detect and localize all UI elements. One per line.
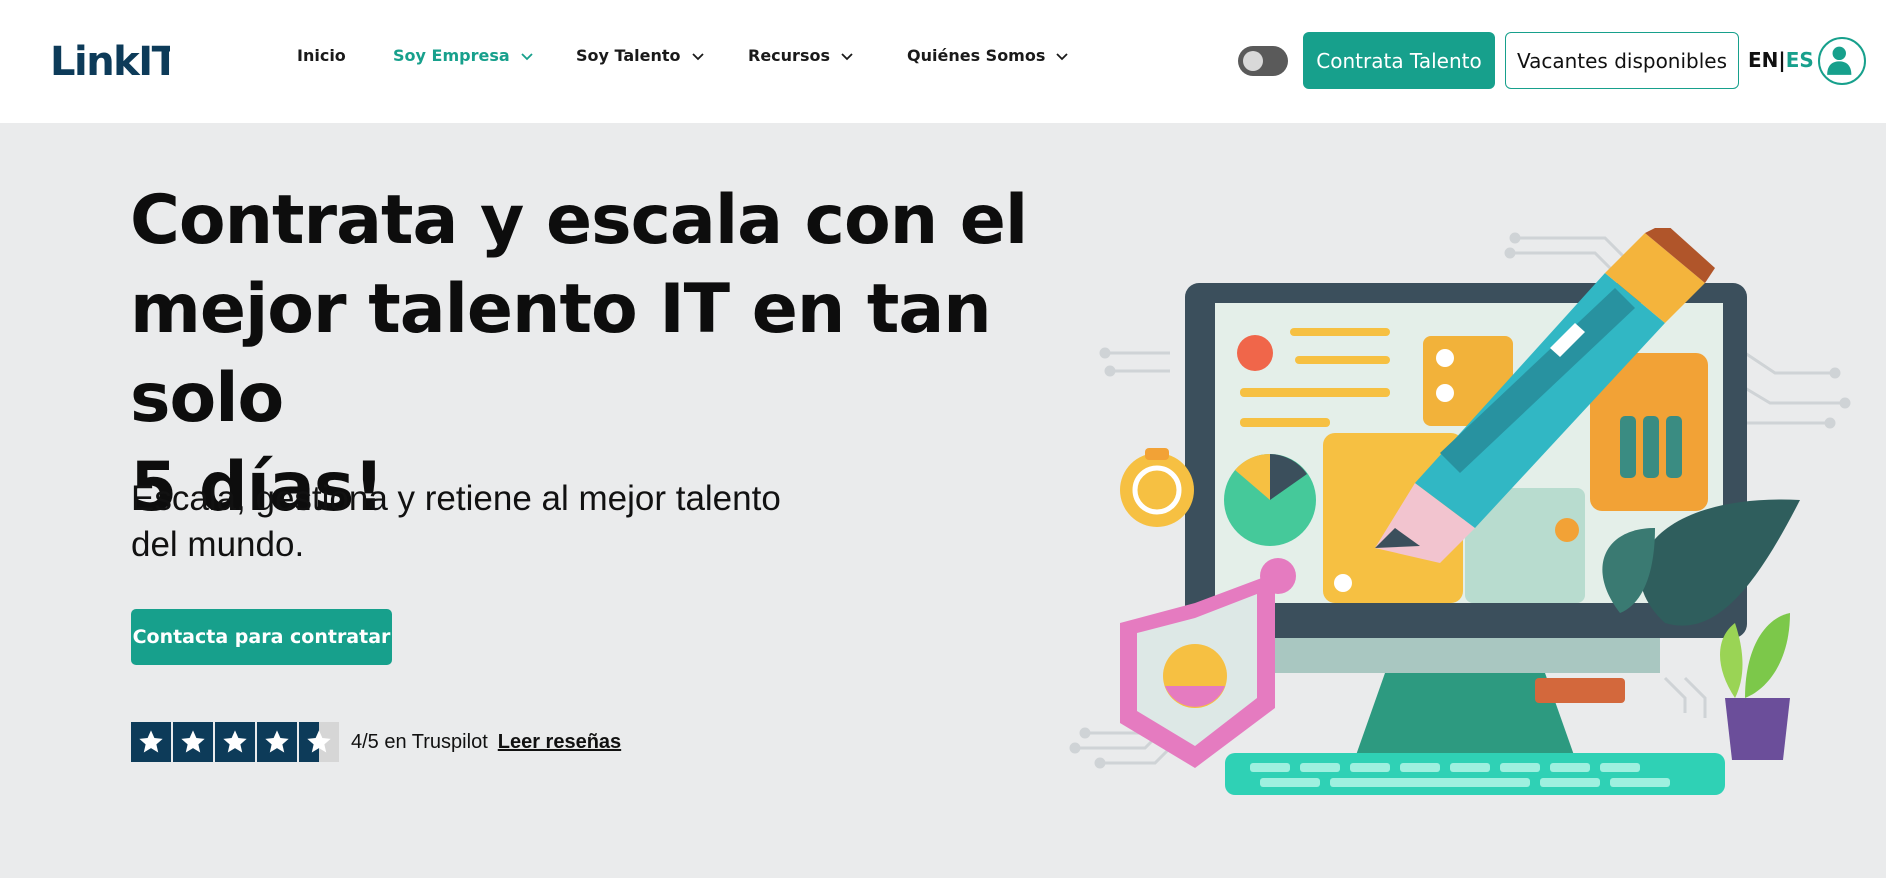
nav-item-recursos[interactable]: Recursos [748,46,854,65]
nav-item-label: Soy Empresa [393,46,510,65]
trustpilot-rating: 4/5 en Truspilot Leer reseñas [131,722,621,762]
nav-item-label: Recursos [748,46,830,65]
hero-title-line: mejor talento IT en tan solo [130,270,992,438]
nav-item-inicio[interactable]: Inicio [297,46,346,65]
screen-dot [1237,335,1273,371]
hero-title-line: Contrata y escala con el [130,181,1028,260]
nav-item-quienes-somos[interactable]: Quiénes Somos [907,46,1069,65]
vacantes-disponibles-button[interactable]: Vacantes disponibles [1505,32,1739,89]
rating-text: 4/5 en Truspilot [351,730,488,753]
chevron-down-icon [1056,52,1069,60]
hero-subtitle: Escala, gestiona y retiene al mejor tale… [131,476,831,568]
rating-stars [131,722,339,762]
computer-design-illustration [1069,228,1851,795]
pie-chart-graphic [1224,453,1316,546]
theme-toggle[interactable] [1238,46,1288,76]
star-icon [131,722,171,762]
shield-graphic [1120,573,1275,768]
contacta-para-contratar-button[interactable]: Contacta para contratar [131,609,392,665]
nav-item-soy-empresa[interactable]: Soy Empresa [393,46,534,65]
nav-item-label: Quiénes Somos [907,46,1046,65]
star-icon [215,722,255,762]
lang-separator: | [1778,48,1786,72]
star-icon [173,722,213,762]
hero-subtitle-line: Escala, gestiona y retiene al mejor tale… [131,479,781,518]
toggle-knob [1243,51,1263,71]
coin-graphic [1120,448,1194,527]
leer-resenas-link[interactable]: Leer reseñas [498,731,621,754]
chevron-down-icon [841,52,853,60]
lang-en[interactable]: EN [1748,48,1778,72]
star-icon [257,722,297,762]
chevron-down-icon [521,52,533,60]
monitor-bezel [1270,638,1660,673]
hero-subtitle-line: del mundo. [131,525,305,564]
nav-item-label: Inicio [297,46,346,65]
user-account-button[interactable] [1818,37,1866,85]
user-icon [1827,46,1852,75]
site-header: LinkIT Inicio Soy Empresa Soy Talento Re… [0,0,1886,123]
lang-es[interactable]: ES [1786,48,1814,72]
keyboard [1225,753,1725,795]
svg-text:LinkIT: LinkIT [50,39,170,82]
linkit-logo[interactable]: LinkIT [50,38,170,82]
half-star-icon [299,722,339,762]
contrata-talento-button[interactable]: Contrata Talento [1303,32,1495,89]
language-switcher: EN|ES [1748,48,1814,72]
monitor-accent [1535,678,1625,703]
nav-item-soy-talento[interactable]: Soy Talento [576,46,705,65]
nav-item-label: Soy Talento [576,46,681,65]
chevron-down-icon [691,52,704,60]
